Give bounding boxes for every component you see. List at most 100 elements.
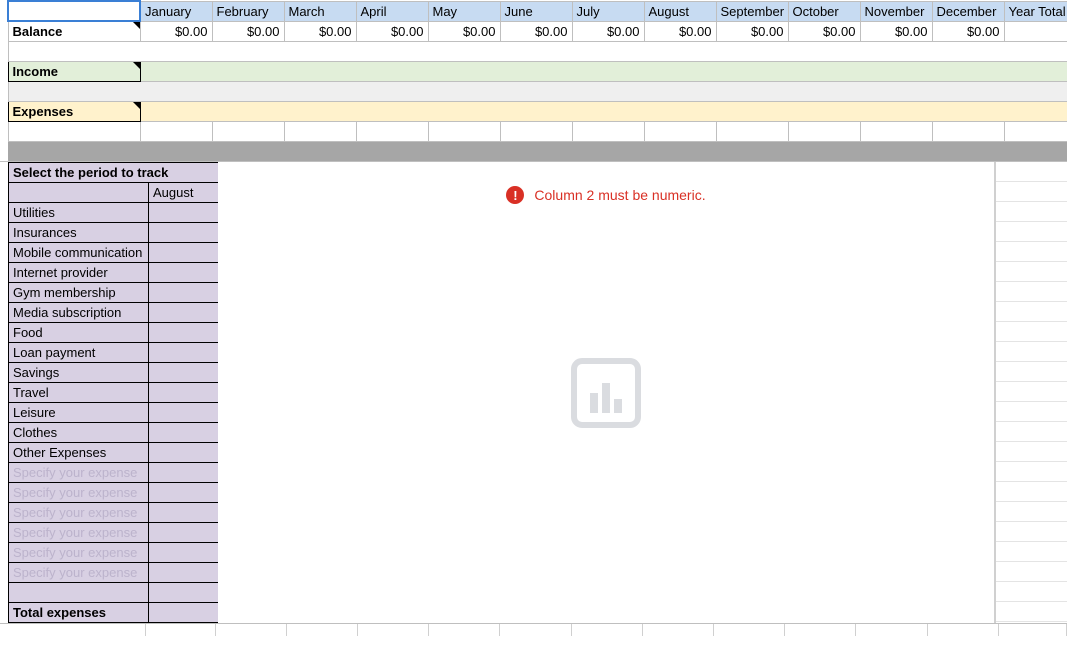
blank-above-total <box>9 583 219 603</box>
col-header[interactable]: August <box>644 1 716 21</box>
col-header[interactable]: January <box>140 1 212 21</box>
category-row: Utilities <box>9 203 219 223</box>
col-header[interactable]: October <box>788 1 860 21</box>
lower-pane: Select the period to track August Utilit… <box>0 161 1067 623</box>
category-label[interactable]: Mobile communication <box>9 243 149 263</box>
chart-area[interactable]: ! Column 2 must be numeric. <box>218 162 995 623</box>
col-header[interactable]: July <box>572 1 644 21</box>
placeholder-label[interactable]: Specify your expense <box>9 503 149 523</box>
chart-error-text: Column 2 must be numeric. <box>534 187 705 203</box>
placeholder-label[interactable]: Specify your expense <box>9 463 149 483</box>
placeholder-value[interactable] <box>149 463 219 483</box>
total-expenses-value[interactable] <box>149 603 219 623</box>
placeholder-value[interactable] <box>149 563 219 583</box>
category-value[interactable] <box>149 423 219 443</box>
category-value[interactable] <box>149 403 219 423</box>
balance-cell[interactable]: $0.00 <box>500 21 572 41</box>
right-gutter <box>995 162 1067 623</box>
spacer-row <box>0 41 1067 61</box>
category-label[interactable]: Insurances <box>9 223 149 243</box>
category-label[interactable]: Loan payment <box>9 343 149 363</box>
placeholder-label[interactable]: Specify your expense <box>9 483 149 503</box>
error-icon: ! <box>506 186 524 204</box>
category-label[interactable]: Leisure <box>9 403 149 423</box>
period-tracker-title: Select the period to track <box>9 163 219 183</box>
placeholder-value[interactable] <box>149 543 219 563</box>
balance-cell[interactable]: $0.00 <box>572 21 644 41</box>
category-label[interactable]: Media subscription <box>9 303 149 323</box>
placeholder-value[interactable] <box>149 503 219 523</box>
category-value[interactable] <box>149 443 219 463</box>
category-value[interactable] <box>149 303 219 323</box>
expenses-label[interactable]: Expenses <box>8 101 140 121</box>
balance-cell[interactable]: $0.00 <box>140 21 212 41</box>
category-value[interactable] <box>149 283 219 303</box>
month-header-row: January February March April May June Ju… <box>0 1 1067 21</box>
category-label[interactable]: Utilities <box>9 203 149 223</box>
col-header[interactable]: March <box>284 1 356 21</box>
category-row: Gym membership <box>9 283 219 303</box>
col-header[interactable]: September <box>716 1 788 21</box>
col-header[interactable]: May <box>428 1 500 21</box>
balance-cell[interactable]: $0.00 <box>284 21 356 41</box>
placeholder-row: Specify your expense <box>9 503 219 523</box>
category-value[interactable] <box>149 343 219 363</box>
category-label[interactable]: Internet provider <box>9 263 149 283</box>
placeholder-row: Specify your expense <box>9 483 219 503</box>
expenses-body[interactable] <box>140 101 1067 121</box>
category-value[interactable] <box>149 243 219 263</box>
col-header-year-total[interactable]: Year Total <box>1004 1 1067 21</box>
category-row: Loan payment <box>9 343 219 363</box>
col-header[interactable]: November <box>860 1 932 21</box>
balance-cell[interactable]: $0.00 <box>356 21 428 41</box>
col-header[interactable]: December <box>932 1 1004 21</box>
expenses-row: Expenses <box>0 101 1067 121</box>
category-value[interactable] <box>149 363 219 383</box>
grey-band <box>0 141 1067 161</box>
category-label[interactable]: Other Expenses <box>9 443 149 463</box>
balance-year-total[interactable] <box>1004 21 1067 41</box>
balance-cell[interactable]: $0.00 <box>644 21 716 41</box>
balance-cell[interactable]: $0.00 <box>932 21 1004 41</box>
income-label[interactable]: Income <box>8 61 140 81</box>
category-label[interactable]: Travel <box>9 383 149 403</box>
category-label[interactable]: Gym membership <box>9 283 149 303</box>
category-row: Other Expenses <box>9 443 219 463</box>
chart-error: ! Column 2 must be numeric. <box>218 186 994 204</box>
category-row: Leisure <box>9 403 219 423</box>
category-label[interactable]: Food <box>9 323 149 343</box>
period-blank[interactable] <box>9 183 149 203</box>
category-value[interactable] <box>149 323 219 343</box>
category-row: Savings <box>9 363 219 383</box>
category-value[interactable] <box>149 263 219 283</box>
category-label[interactable]: Clothes <box>9 423 149 443</box>
col-header[interactable]: April <box>356 1 428 21</box>
balance-label[interactable]: Balance <box>8 21 140 41</box>
col-header[interactable]: June <box>500 1 572 21</box>
chart-placeholder-icon <box>570 357 642 429</box>
category-value[interactable] <box>149 203 219 223</box>
placeholder-label[interactable]: Specify your expense <box>9 523 149 543</box>
balance-cell[interactable]: $0.00 <box>716 21 788 41</box>
balance-cell[interactable]: $0.00 <box>428 21 500 41</box>
spreadsheet-viewport[interactable]: January February March April May June Ju… <box>0 0 1067 669</box>
period-selected-month[interactable]: August <box>149 183 219 203</box>
col-header[interactable]: February <box>212 1 284 21</box>
placeholder-label[interactable]: Specify your expense <box>9 563 149 583</box>
balance-cell[interactable]: $0.00 <box>212 21 284 41</box>
placeholder-value[interactable] <box>149 483 219 503</box>
budget-grid[interactable]: January February March April May June Ju… <box>0 0 1067 161</box>
balance-cell[interactable]: $0.00 <box>788 21 860 41</box>
placeholder-value[interactable] <box>149 523 219 543</box>
category-label[interactable]: Savings <box>9 363 149 383</box>
active-cell[interactable] <box>8 1 140 21</box>
income-body[interactable] <box>140 61 1067 81</box>
placeholder-label[interactable]: Specify your expense <box>9 543 149 563</box>
blank-row <box>0 121 1067 141</box>
bottom-row-cells <box>0 623 1067 635</box>
placeholder-row: Specify your expense <box>9 523 219 543</box>
category-value[interactable] <box>149 223 219 243</box>
category-value[interactable] <box>149 383 219 403</box>
balance-cell[interactable]: $0.00 <box>860 21 932 41</box>
period-selected-row: August <box>9 183 219 203</box>
